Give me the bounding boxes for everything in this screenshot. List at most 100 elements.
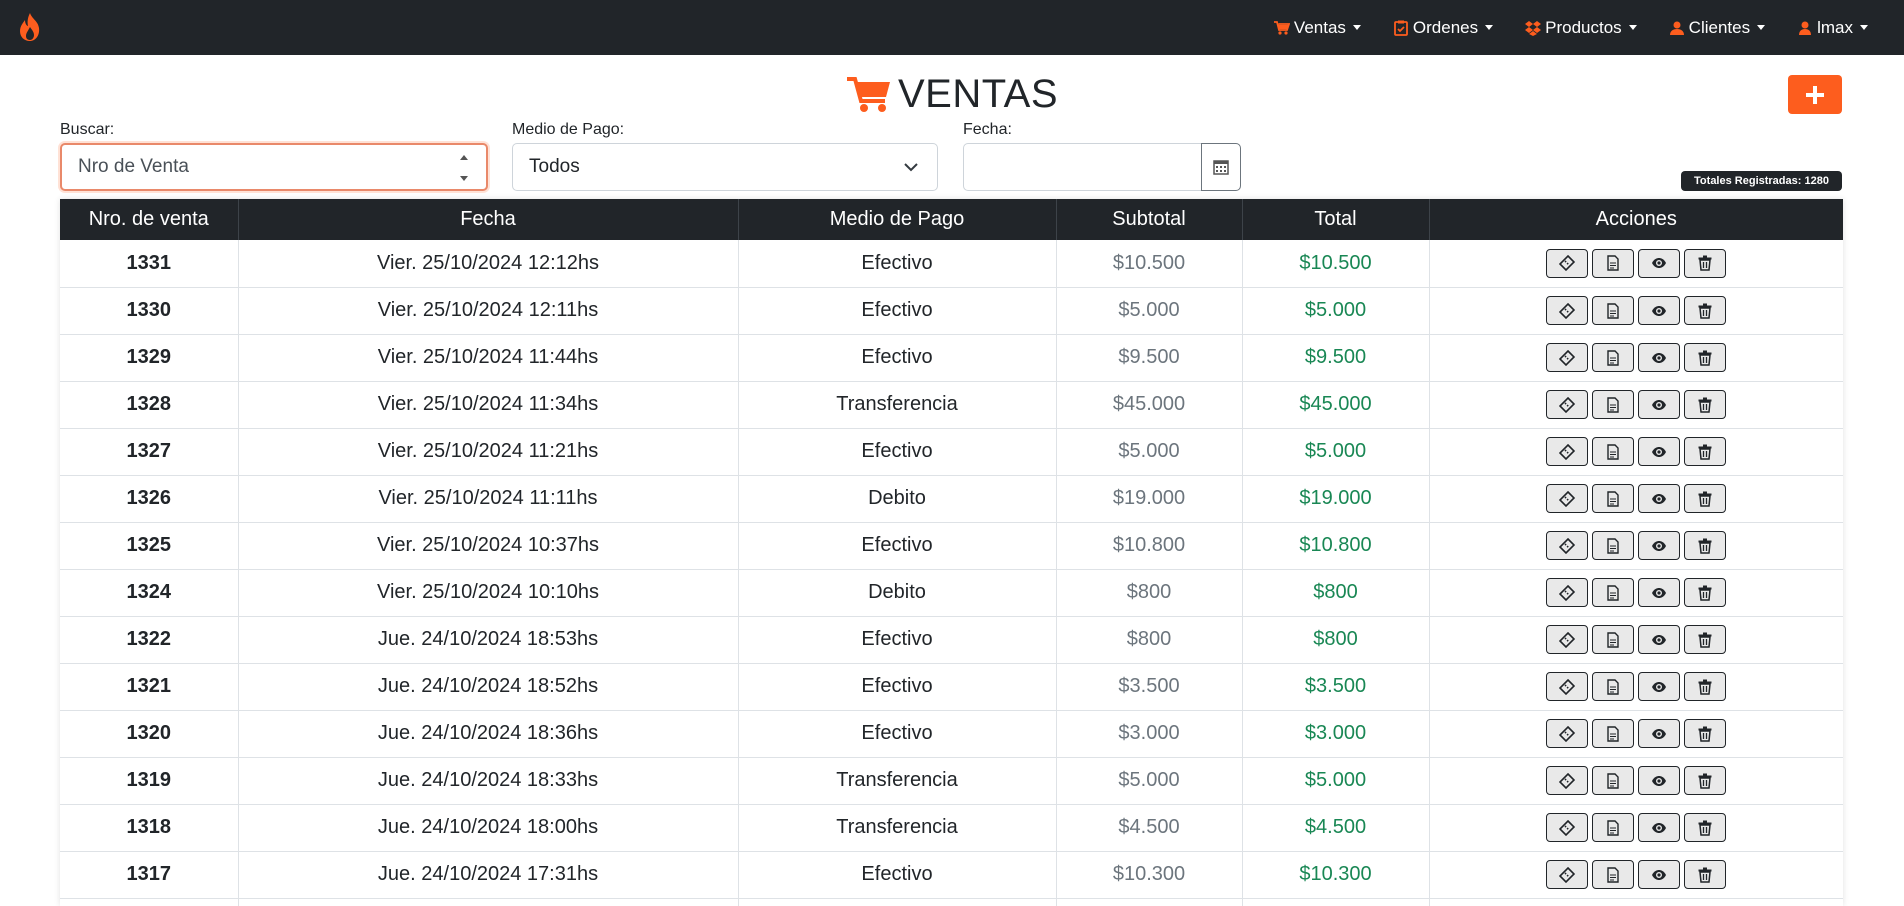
view-button[interactable] xyxy=(1638,672,1681,701)
ticket-button[interactable] xyxy=(1546,625,1589,654)
delete-button[interactable] xyxy=(1684,860,1727,889)
sale-number: 1328 xyxy=(60,381,239,428)
view-button[interactable] xyxy=(1638,248,1681,278)
sale-date: Vier. 25/10/2024 10:10hs xyxy=(238,569,739,616)
delete-button[interactable] xyxy=(1684,390,1727,419)
delete-button[interactable] xyxy=(1684,531,1727,560)
sale-date xyxy=(238,898,739,906)
invoice-button[interactable] xyxy=(1592,531,1635,560)
cart-icon xyxy=(846,77,890,112)
calendar-button[interactable] xyxy=(1201,143,1241,191)
dropbox-icon xyxy=(1525,20,1542,36)
table-row: 1331 Vier. 25/10/2024 12:12hs Efectivo $… xyxy=(60,240,1843,287)
delete-button[interactable] xyxy=(1684,437,1727,466)
view-button[interactable] xyxy=(1638,531,1681,560)
nav-item-clientes[interactable]: Clientes xyxy=(1653,0,1781,55)
invoice-button[interactable] xyxy=(1592,248,1635,278)
sales-table: Nro. de venta Fecha Medio de Pago Subtot… xyxy=(60,199,1843,906)
document-icon xyxy=(1607,349,1619,366)
number-spinner[interactable] xyxy=(458,155,470,181)
sale-date: Vier. 25/10/2024 11:21hs xyxy=(238,428,739,475)
invoice-button[interactable] xyxy=(1592,672,1635,701)
ticket-button[interactable] xyxy=(1546,672,1589,701)
ticket-button[interactable] xyxy=(1546,437,1589,466)
delete-button[interactable] xyxy=(1684,296,1727,325)
eye-icon xyxy=(1652,587,1667,598)
ticket-icon xyxy=(1559,443,1576,460)
view-button[interactable] xyxy=(1638,813,1681,842)
invoice-button[interactable] xyxy=(1592,719,1635,748)
column-header-subtotal[interactable]: Subtotal xyxy=(1056,199,1243,240)
delete-button[interactable] xyxy=(1684,672,1727,701)
invoice-button[interactable] xyxy=(1592,860,1635,889)
ticket-button[interactable] xyxy=(1546,531,1589,560)
ticket-button[interactable] xyxy=(1546,343,1589,372)
subtotal: $9.500 xyxy=(1056,334,1243,381)
nav-label-productos: Productos xyxy=(1545,17,1622,37)
delete-button[interactable] xyxy=(1684,719,1727,748)
nav-label-ventas: Ventas xyxy=(1293,17,1346,37)
ticket-button[interactable] xyxy=(1546,390,1589,419)
sale-number: 1330 xyxy=(60,287,239,334)
eye-icon xyxy=(1652,305,1667,316)
delete-button[interactable] xyxy=(1684,343,1727,372)
view-button[interactable] xyxy=(1638,860,1681,889)
document-icon xyxy=(1607,725,1619,742)
document-icon xyxy=(1607,302,1619,319)
nav-item-ordenes[interactable]: Ordenes xyxy=(1377,0,1509,55)
delete-button[interactable] xyxy=(1684,578,1727,607)
ticket-button[interactable] xyxy=(1546,248,1589,278)
ticket-button[interactable] xyxy=(1546,296,1589,325)
ticket-button[interactable] xyxy=(1546,719,1589,748)
view-button[interactable] xyxy=(1638,296,1681,325)
search-input[interactable] xyxy=(78,156,438,178)
ticket-button[interactable] xyxy=(1546,766,1589,795)
trash-icon xyxy=(1698,491,1712,507)
invoice-button[interactable] xyxy=(1592,578,1635,607)
sale-date: Vier. 25/10/2024 12:11hs xyxy=(238,287,739,334)
nav-item-user[interactable]: lmax xyxy=(1781,0,1884,55)
delete-button[interactable] xyxy=(1684,766,1727,795)
invoice-button[interactable] xyxy=(1592,625,1635,654)
view-button[interactable] xyxy=(1638,484,1681,513)
column-header-total[interactable]: Total xyxy=(1242,199,1430,240)
ticket-button[interactable] xyxy=(1546,484,1589,513)
table-row: 1326 Vier. 25/10/2024 11:11hs Debito $19… xyxy=(60,475,1843,522)
view-button[interactable] xyxy=(1638,766,1681,795)
delete-button[interactable] xyxy=(1684,248,1727,278)
fire-icon[interactable] xyxy=(16,12,44,42)
document-icon xyxy=(1607,443,1619,460)
view-button[interactable] xyxy=(1638,719,1681,748)
column-header-nro[interactable]: Nro. de venta xyxy=(60,199,239,240)
ticket-button[interactable] xyxy=(1546,578,1589,607)
view-button[interactable] xyxy=(1638,343,1681,372)
nav-item-ventas[interactable]: Ventas xyxy=(1258,0,1377,55)
search-field[interactable] xyxy=(60,143,488,191)
delete-button[interactable] xyxy=(1684,813,1727,842)
invoice-button[interactable] xyxy=(1592,437,1635,466)
view-button[interactable] xyxy=(1638,578,1681,607)
payment-method-select[interactable]: Todos xyxy=(512,143,938,191)
invoice-button[interactable] xyxy=(1592,296,1635,325)
invoice-button[interactable] xyxy=(1592,343,1635,372)
invoice-button[interactable] xyxy=(1592,813,1635,842)
delete-button[interactable] xyxy=(1684,625,1727,654)
view-button[interactable] xyxy=(1638,625,1681,654)
column-header-medio[interactable]: Medio de Pago xyxy=(738,199,1057,240)
delete-button[interactable] xyxy=(1684,484,1727,513)
date-input[interactable] xyxy=(963,143,1203,191)
column-header-fecha[interactable]: Fecha xyxy=(238,199,739,240)
table-row: 1324 Vier. 25/10/2024 10:10hs Debito $80… xyxy=(60,569,1843,616)
row-actions xyxy=(1429,804,1843,851)
view-button[interactable] xyxy=(1638,437,1681,466)
invoice-button[interactable] xyxy=(1592,390,1635,419)
ticket-button[interactable] xyxy=(1546,813,1589,842)
nav-item-productos[interactable]: Productos xyxy=(1509,0,1653,55)
sale-date: Jue. 24/10/2024 18:00hs xyxy=(238,804,739,851)
add-sale-button[interactable] xyxy=(1788,75,1842,114)
ticket-button[interactable] xyxy=(1546,860,1589,889)
row-actions xyxy=(1429,334,1843,381)
invoice-button[interactable] xyxy=(1592,484,1635,513)
invoice-button[interactable] xyxy=(1592,766,1635,795)
view-button[interactable] xyxy=(1638,390,1681,419)
